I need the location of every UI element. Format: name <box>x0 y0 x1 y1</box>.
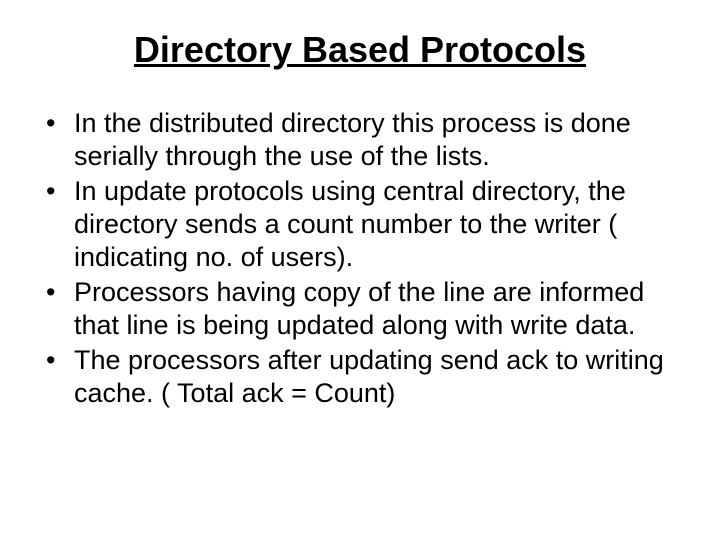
list-item: In update protocols using central direct… <box>40 175 680 274</box>
slide: Directory Based Protocols In the distrib… <box>0 0 720 540</box>
list-item: The processors after updating send ack t… <box>40 344 680 410</box>
list-item: Processors having copy of the line are i… <box>40 276 680 342</box>
slide-title: Directory Based Protocols <box>40 28 680 71</box>
list-item: In the distributed directory this proces… <box>40 107 680 173</box>
bullet-list: In the distributed directory this proces… <box>40 107 680 409</box>
